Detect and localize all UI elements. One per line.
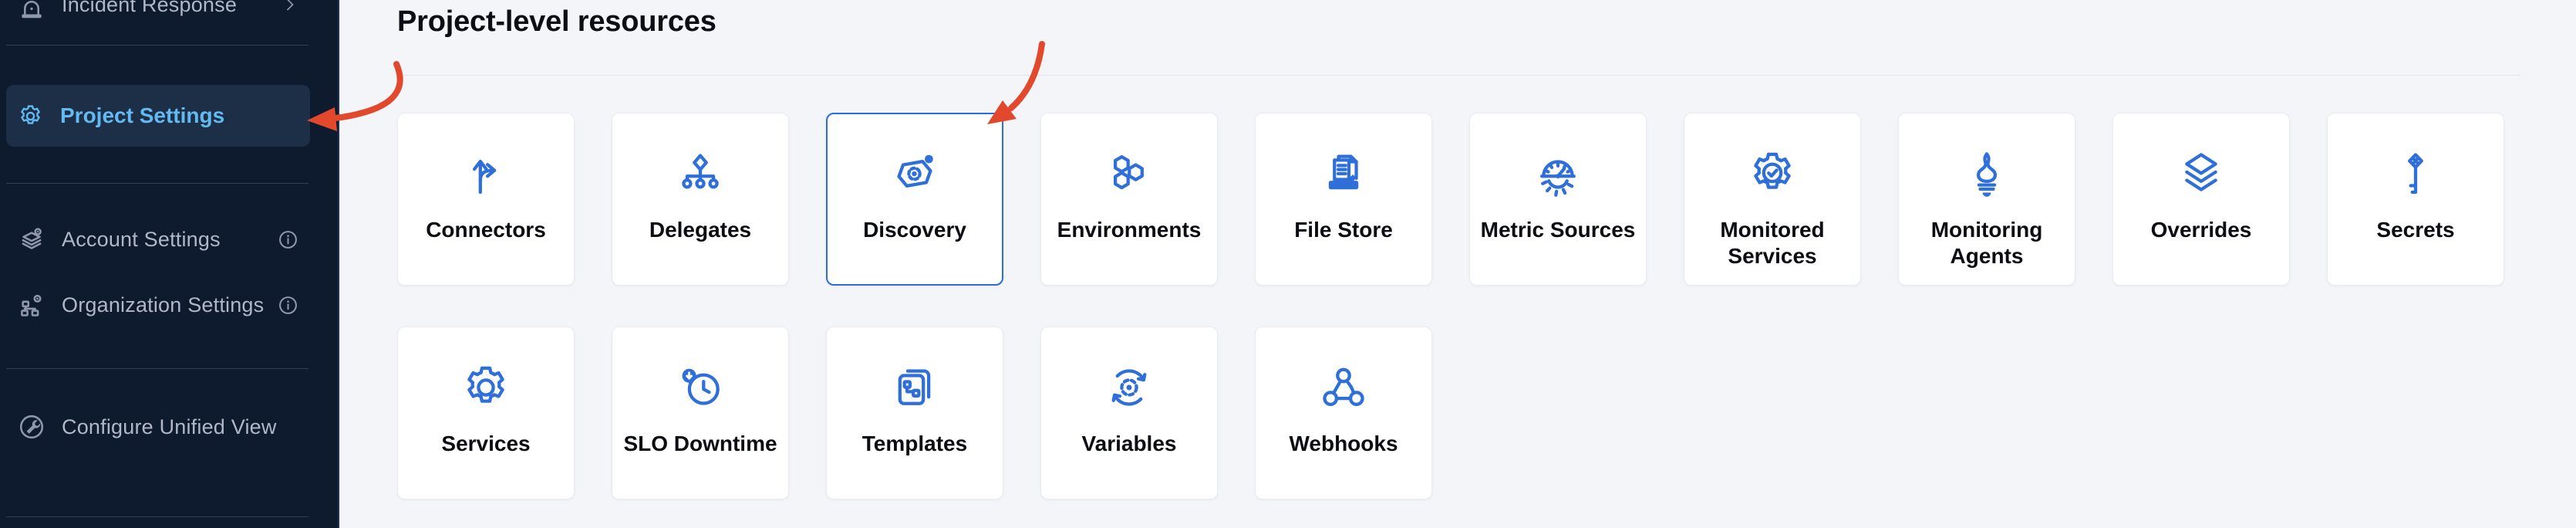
card-label: Webhooks [1289,431,1398,457]
card-variables[interactable]: Variables [1040,327,1218,499]
prometheus-torch-icon [1962,147,2011,200]
org-tree-icon [676,147,725,200]
info-icon[interactable] [276,293,299,316]
card-templates[interactable]: Templates [826,327,1003,499]
hexagon-gear-icon [890,147,939,200]
sidebar-item-label: Incident Response [62,0,237,17]
sidebar-item-label: Organization Settings [62,293,264,317]
card-label: Monitoring Agents [1908,217,2065,269]
card-label: Delegates [649,217,751,243]
card-overrides[interactable]: Overrides [2112,113,2290,286]
card-label: Connectors [426,217,546,243]
card-label: Variables [1082,431,1177,457]
card-webhooks[interactable]: Webhooks [1255,327,1432,499]
sidebar-item-project-settings[interactable]: Project Settings [6,85,310,147]
card-label: Overrides [2151,217,2252,243]
clock-pin-icon [676,361,725,414]
hexagons-cluster-icon [1104,147,1154,200]
card-services[interactable]: Services [397,327,575,499]
sidebar-divider [6,45,309,46]
page-title: Project-level resources [397,5,2576,39]
card-label: Monitored Services [1694,217,1851,269]
key-icon [2391,147,2440,200]
sidebar-item-label: Account Settings [62,228,221,252]
wrench-circle-icon [17,412,46,442]
gear-check-icon [1748,147,1797,200]
sidebar-item-label: Configure Unified View [62,415,277,439]
document-tray-icon [1319,147,1368,200]
card-secrets[interactable]: Secrets [2327,113,2504,286]
sidebar-item-label: Project Settings [60,103,224,128]
card-connectors[interactable]: Connectors [397,113,575,286]
card-label: Metric Sources [1481,217,1636,243]
card-metric-sources[interactable]: Metric Sources [1469,113,1647,286]
sidebar-divider [6,183,309,184]
org-chart-gear-icon [17,290,46,320]
card-label: Secrets [2376,217,2454,243]
card-delegates[interactable]: Delegates [612,113,789,286]
sidebar-item-account-settings[interactable]: Account Settings [0,208,339,270]
fork-arrows-icon [461,147,511,200]
card-label: SLO Downtime [623,431,777,457]
gear-sync-icon [1104,361,1154,414]
header-divider [397,75,2520,76]
card-monitoring-agents[interactable]: Monitoring Agents [1898,113,2075,286]
card-label: Environments [1057,217,1202,243]
resource-cards-row-1: Connectors Delegates [397,113,2576,286]
info-icon[interactable] [276,228,299,251]
card-environments[interactable]: Environments [1040,113,1218,286]
main-content: Project-level resources Connectors [341,0,2576,528]
card-monitored-services[interactable]: Monitored Services [1684,113,1861,286]
card-discovery[interactable]: Discovery [826,113,1003,286]
sidebar-divider [6,516,309,517]
template-cards-icon [890,361,939,414]
sidebar-divider [6,368,309,369]
card-slo-downtime[interactable]: SLO Downtime [612,327,789,499]
card-label: Templates [862,431,967,457]
sidebar-item-organization-settings[interactable]: Organization Settings [0,274,339,336]
card-label: Services [441,431,530,457]
gear-icon [17,103,43,129]
gear-icon [461,361,511,414]
webhook-icon [1319,361,1368,414]
siren-icon [17,0,46,19]
resource-cards-row-2: Services SLO Downtime [397,327,2576,499]
sidebar: Incident Response Project Settings Accou… [0,0,339,528]
card-file-store[interactable]: File Store [1255,113,1432,286]
chevron-right-icon [281,0,299,14]
card-label: Discovery [863,217,966,243]
sidebar-item-incident-response[interactable]: Incident Response [0,0,339,29]
gauge-gear-icon [1533,147,1583,200]
stacked-diamonds-icon [2176,147,2226,200]
sidebar-item-configure-unified-view[interactable]: Configure Unified View [0,396,339,458]
card-label: File Store [1294,217,1393,243]
layers-gear-icon [17,225,46,254]
